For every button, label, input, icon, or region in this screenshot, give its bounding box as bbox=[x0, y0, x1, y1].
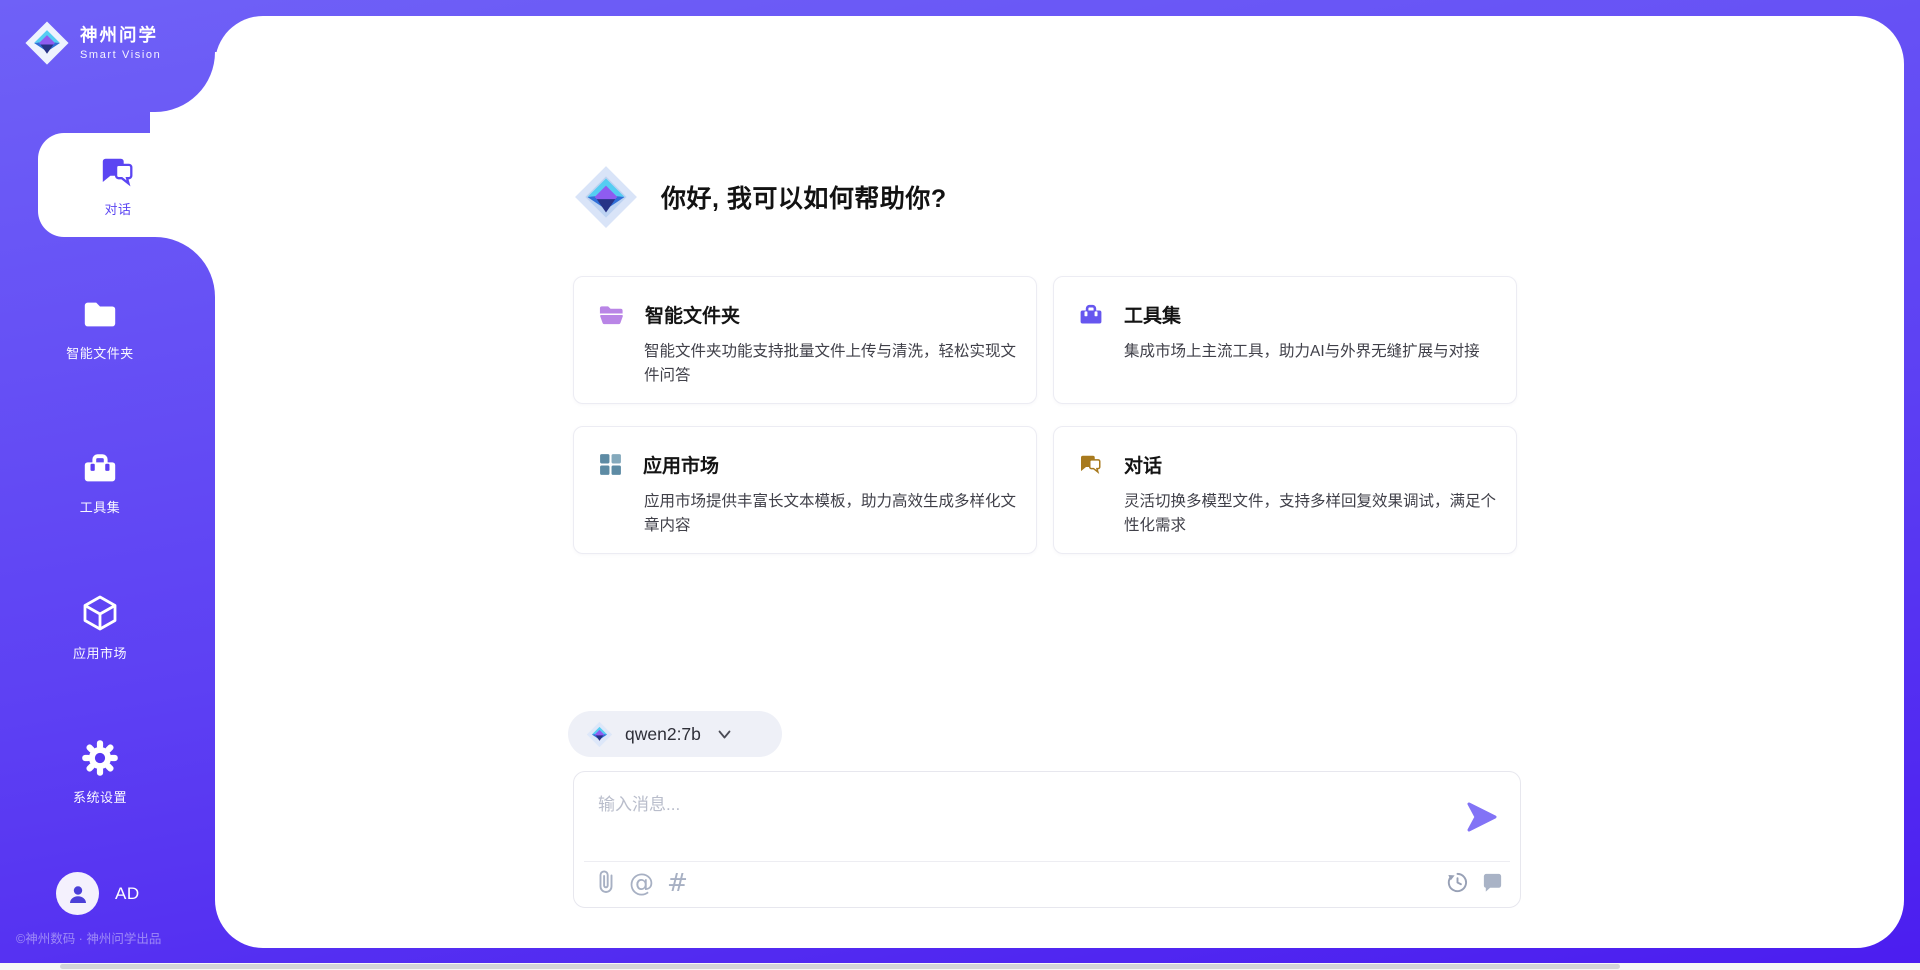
card-title: 工具集 bbox=[1124, 301, 1181, 328]
card-chat[interactable]: 对话 灵活切换多模型文件，支持多样回复效果调试，满足个性化需求 bbox=[1053, 426, 1517, 554]
brand-logo-icon bbox=[24, 20, 70, 66]
hash-icon: # bbox=[667, 870, 688, 895]
card-toolset[interactable]: 工具集 集成市场上主流工具，助力AI与外界无缝扩展与对接 bbox=[1053, 276, 1517, 404]
person-icon bbox=[66, 882, 90, 906]
scrollbar-thumb[interactable] bbox=[60, 964, 1620, 969]
sidebar-item-label: 智能文件夹 bbox=[66, 343, 134, 362]
brand-name: 神州问学 bbox=[80, 25, 161, 47]
sidebar-item-label: 应用市场 bbox=[73, 643, 127, 662]
sidebar-item-chat[interactable]: 对话 bbox=[38, 133, 218, 237]
grid-icon bbox=[598, 452, 623, 477]
composer-tools-left: @ # bbox=[596, 868, 688, 896]
toolbox-icon bbox=[1078, 302, 1104, 328]
history-button[interactable] bbox=[1446, 868, 1469, 896]
composer: @ # bbox=[573, 771, 1521, 908]
card-smart-folder[interactable]: 智能文件夹 智能文件夹功能支持批量文件上传与清洗，轻松实现文件问答 bbox=[573, 276, 1037, 404]
folder-open-icon bbox=[598, 303, 625, 327]
model-name: qwen2:7b bbox=[625, 724, 701, 745]
chat-icon bbox=[98, 153, 138, 191]
copyright-text: ©神州数码 · 神州问学出品 bbox=[16, 928, 216, 947]
cube-icon bbox=[80, 592, 120, 634]
user-account[interactable]: AD bbox=[56, 872, 140, 915]
hashtag-button[interactable]: # bbox=[667, 868, 688, 896]
chat-bubble-icon bbox=[1481, 871, 1504, 894]
user-initials: AD bbox=[115, 884, 140, 904]
greeting: 你好, 我可以如何帮助你? bbox=[573, 164, 947, 230]
sidebar-header-block: 神州问学 Smart Vision bbox=[0, 0, 215, 112]
sidebar-item-label: 系统设置 bbox=[73, 787, 127, 806]
card-desc: 集成市场上主流工具，助力AI与外界无缝扩展与对接 bbox=[1124, 340, 1500, 364]
model-selector[interactable]: qwen2:7b bbox=[568, 711, 782, 757]
card-title: 智能文件夹 bbox=[645, 301, 740, 328]
brand-subtitle: Smart Vision bbox=[80, 49, 161, 61]
at-icon: @ bbox=[629, 870, 654, 895]
message-input[interactable] bbox=[596, 788, 1450, 842]
brand-diamond-icon bbox=[573, 164, 639, 230]
mention-button[interactable]: @ bbox=[629, 868, 654, 896]
card-title: 对话 bbox=[1124, 451, 1162, 478]
send-icon bbox=[1466, 802, 1498, 832]
card-title: 应用市场 bbox=[643, 451, 719, 478]
sidebar-item-app-market[interactable]: 应用市场 bbox=[20, 592, 180, 662]
brand: 神州问学 Smart Vision bbox=[24, 20, 161, 66]
sidebar-item-label: 对话 bbox=[104, 199, 131, 218]
model-logo-icon bbox=[586, 721, 613, 748]
sidebar-item-toolset[interactable]: 工具集 bbox=[20, 450, 180, 516]
feature-cards: 智能文件夹 智能文件夹功能支持批量文件上传与清洗，轻松实现文件问答 工具集 集成… bbox=[573, 276, 1517, 554]
app-window: 你好, 我可以如何帮助你? 智能文件夹 智能文件夹功能支持批量文件上传与清洗，轻… bbox=[0, 0, 1920, 970]
horizontal-scrollbar[interactable] bbox=[0, 963, 1920, 970]
card-app-market[interactable]: 应用市场 应用市场提供丰富长文本模板，助力高效生成多样化文章内容 bbox=[573, 426, 1037, 554]
history-clock-icon bbox=[1446, 871, 1469, 894]
card-desc: 智能文件夹功能支持批量文件上传与清洗，轻松实现文件问答 bbox=[644, 340, 1020, 388]
greeting-title: 你好, 我可以如何帮助你? bbox=[661, 179, 947, 215]
sidebar-item-label: 工具集 bbox=[80, 497, 121, 516]
chat-icon bbox=[1078, 452, 1104, 477]
card-desc: 灵活切换多模型文件，支持多样回复效果调试，满足个性化需求 bbox=[1124, 490, 1500, 538]
toolbox-icon bbox=[81, 450, 119, 488]
folder-icon bbox=[80, 296, 120, 334]
avatar bbox=[56, 872, 99, 915]
card-desc: 应用市场提供丰富长文本模板，助力高效生成多样化文章内容 bbox=[644, 490, 1020, 538]
send-button[interactable] bbox=[1466, 802, 1498, 832]
chevron-down-icon bbox=[717, 728, 732, 740]
sidebar-item-settings[interactable]: 系统设置 bbox=[20, 738, 180, 806]
composer-tools-right bbox=[1446, 868, 1504, 896]
paperclip-icon bbox=[596, 869, 616, 895]
sidebar-item-smart-folder[interactable]: 智能文件夹 bbox=[20, 296, 180, 362]
attach-button[interactable] bbox=[596, 868, 616, 896]
quick-reply-button[interactable] bbox=[1481, 868, 1504, 896]
main-panel: 你好, 我可以如何帮助你? 智能文件夹 智能文件夹功能支持批量文件上传与清洗，轻… bbox=[215, 16, 1904, 948]
gear-icon bbox=[80, 738, 120, 778]
composer-divider bbox=[584, 861, 1510, 862]
